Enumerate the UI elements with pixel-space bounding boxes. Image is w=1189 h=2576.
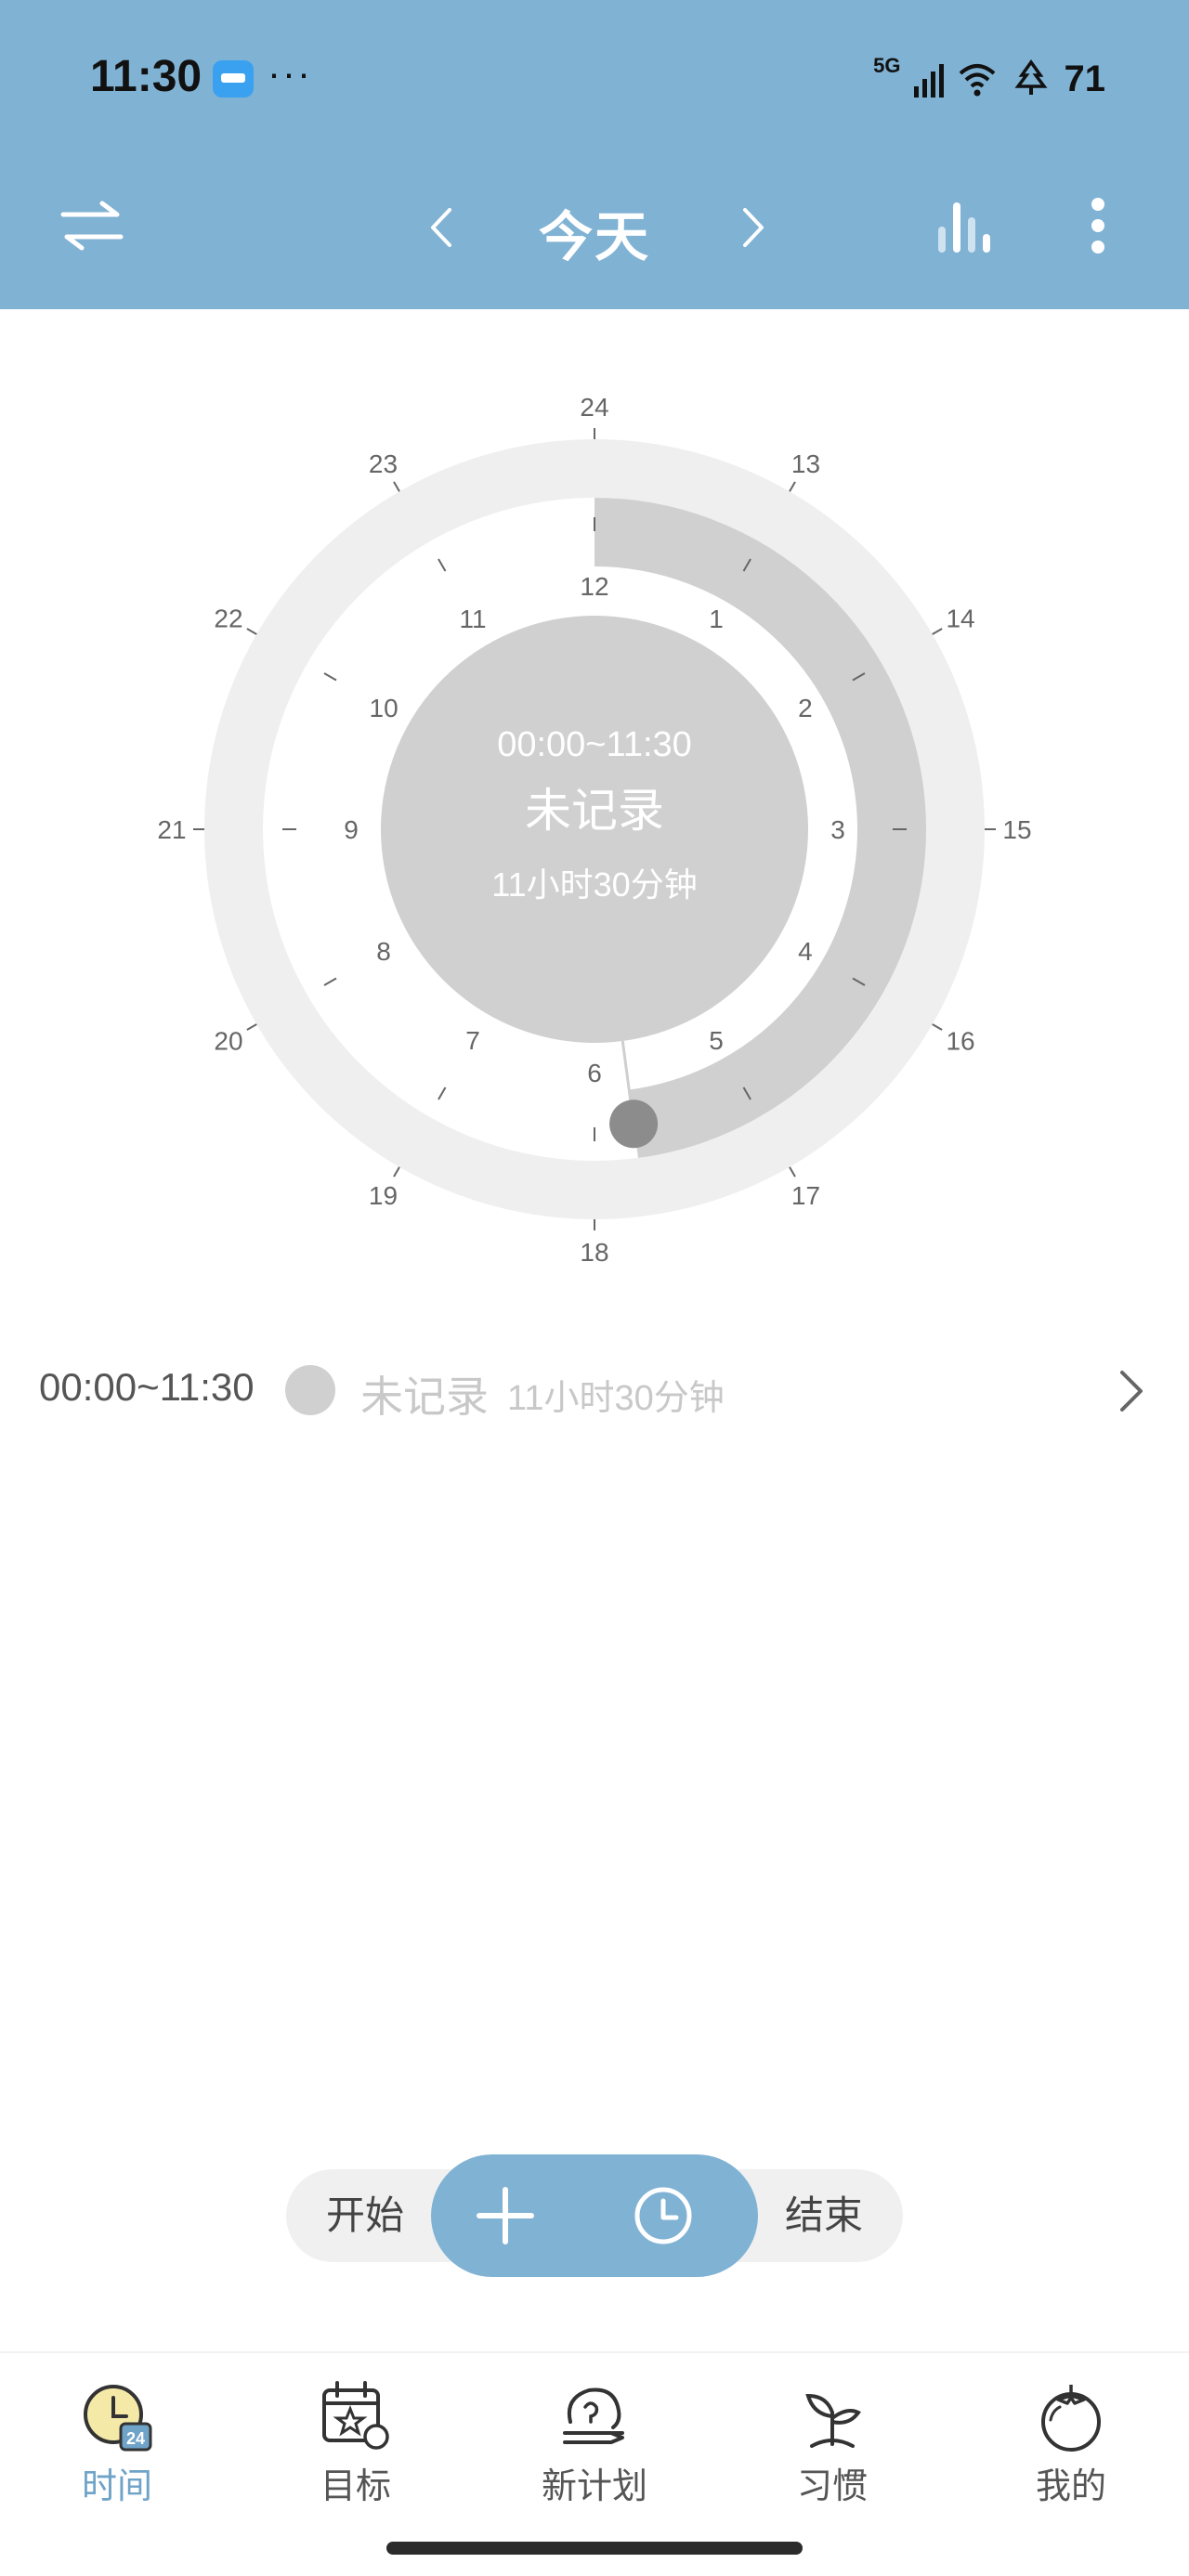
dial-hour-label: 17 [791, 1181, 820, 1210]
start-button[interactable]: 开始 [286, 2169, 444, 2262]
primary-actions [431, 2154, 758, 2277]
dial-hour-label: 13 [791, 449, 820, 478]
home-indicator [386, 2542, 803, 2555]
record-row[interactable]: 00:00~11:30 未记录 11小时30分钟 [0, 1337, 1189, 1439]
tab-time[interactable]: 24 时间 [33, 2379, 201, 2528]
wallet-icon [213, 60, 254, 98]
record-time-range: 00:00~11:30 [39, 1365, 255, 1409]
tab-label: 新计划 [541, 2467, 647, 2506]
dial-tick [393, 481, 400, 492]
tab-new-plan[interactable]: 新计划 [511, 2379, 678, 2528]
switch-arrows-icon[interactable] [59, 200, 124, 252]
status-more: ··· [268, 51, 312, 95]
record-color-dot [285, 1365, 335, 1415]
tomato-icon [1041, 2385, 1101, 2452]
tab-label: 我的 [1035, 2467, 1106, 2506]
dial-hour-label: 16 [946, 1027, 974, 1056]
brain-plan-icon [563, 2387, 624, 2444]
svg-text:24: 24 [126, 2429, 145, 2448]
dial-hour-label: 9 [344, 815, 359, 844]
dial-hour-label: 11 [459, 605, 486, 633]
center-time-range: 00:00~11:30 [497, 725, 692, 764]
tab-mine[interactable]: 我的 [987, 2379, 1155, 2528]
battery-level: 71 [1064, 58, 1106, 99]
action-bar: 开始 结束 [286, 2154, 903, 2277]
tab-label: 目标 [320, 2467, 391, 2506]
clock-24-icon: 24 [84, 2385, 152, 2452]
tab-label: 习惯 [796, 2467, 868, 2506]
dial-hour-label: 1 [709, 605, 724, 633]
dial-hour-label: 3 [830, 815, 845, 844]
dial-hour-label: 12 [580, 572, 608, 601]
calendar-star-icon [322, 2381, 389, 2450]
dial-tick [932, 1023, 943, 1031]
date-nav: 今天 [399, 186, 790, 269]
end-button[interactable]: 结束 [745, 2169, 903, 2262]
status-time: 11:30 [90, 52, 203, 101]
more-vertical-icon[interactable] [1083, 195, 1113, 256]
time-handle[interactable] [609, 1099, 659, 1149]
tab-label: 时间 [81, 2467, 152, 2506]
page-title[interactable]: 今天 [399, 193, 790, 271]
clock-icon[interactable] [626, 2179, 700, 2253]
center-duration: 11小时30分钟 [491, 865, 697, 904]
dial-hour-label: 20 [214, 1027, 242, 1056]
dial-tick [789, 481, 796, 492]
dial-hour-label: 19 [369, 1181, 398, 1210]
record-name: 未记录 [360, 1373, 489, 1421]
dial-hour-label: 15 [1002, 815, 1031, 844]
header: 11:30 ··· 5G 71 今天 [0, 0, 1189, 309]
status-indicators: 5G 71 [873, 51, 1105, 107]
sprout-icon [805, 2393, 861, 2448]
dial-hour-label: 4 [798, 937, 813, 966]
wifi-icon [959, 64, 995, 97]
tree-icon [1014, 59, 1047, 95]
dial-hour-label: 24 [580, 393, 608, 422]
chevron-right-icon[interactable] [739, 206, 767, 249]
signal-icon [913, 60, 944, 98]
tab-goals[interactable]: 目标 [272, 2379, 439, 2528]
dial-tick [932, 628, 943, 635]
tab-habits[interactable]: 习惯 [749, 2379, 916, 2528]
dial-hour-label: 6 [587, 1059, 602, 1087]
network-label: 5G [873, 54, 901, 77]
dial-hour-label: 18 [580, 1238, 608, 1267]
add-icon[interactable] [468, 2179, 542, 2253]
dial-hour-label: 5 [709, 1026, 724, 1055]
dial-hour-label: 10 [370, 694, 399, 722]
dial-hour-label: 22 [214, 605, 242, 633]
dial-tick [789, 1166, 796, 1177]
dial-hour-label: 7 [465, 1026, 480, 1055]
dial-tick [246, 628, 257, 635]
bar-chart-icon[interactable] [934, 197, 994, 256]
record-duration: 11小时30分钟 [507, 1379, 725, 1418]
center-status: 未记录 [525, 785, 664, 837]
dial-tick [393, 1166, 400, 1177]
dial-hour-label: 23 [369, 449, 398, 478]
dial-hour-label: 2 [798, 694, 813, 722]
dial-hour-label: 14 [946, 605, 974, 633]
chevron-right-icon [1120, 1371, 1143, 1412]
time-wheel[interactable]: 241314151617181920212223 121234567891011… [0, 309, 1189, 1275]
dial-tick [246, 1023, 257, 1031]
dial-hour-label: 8 [376, 937, 391, 966]
dial-hour-label: 21 [157, 815, 186, 844]
